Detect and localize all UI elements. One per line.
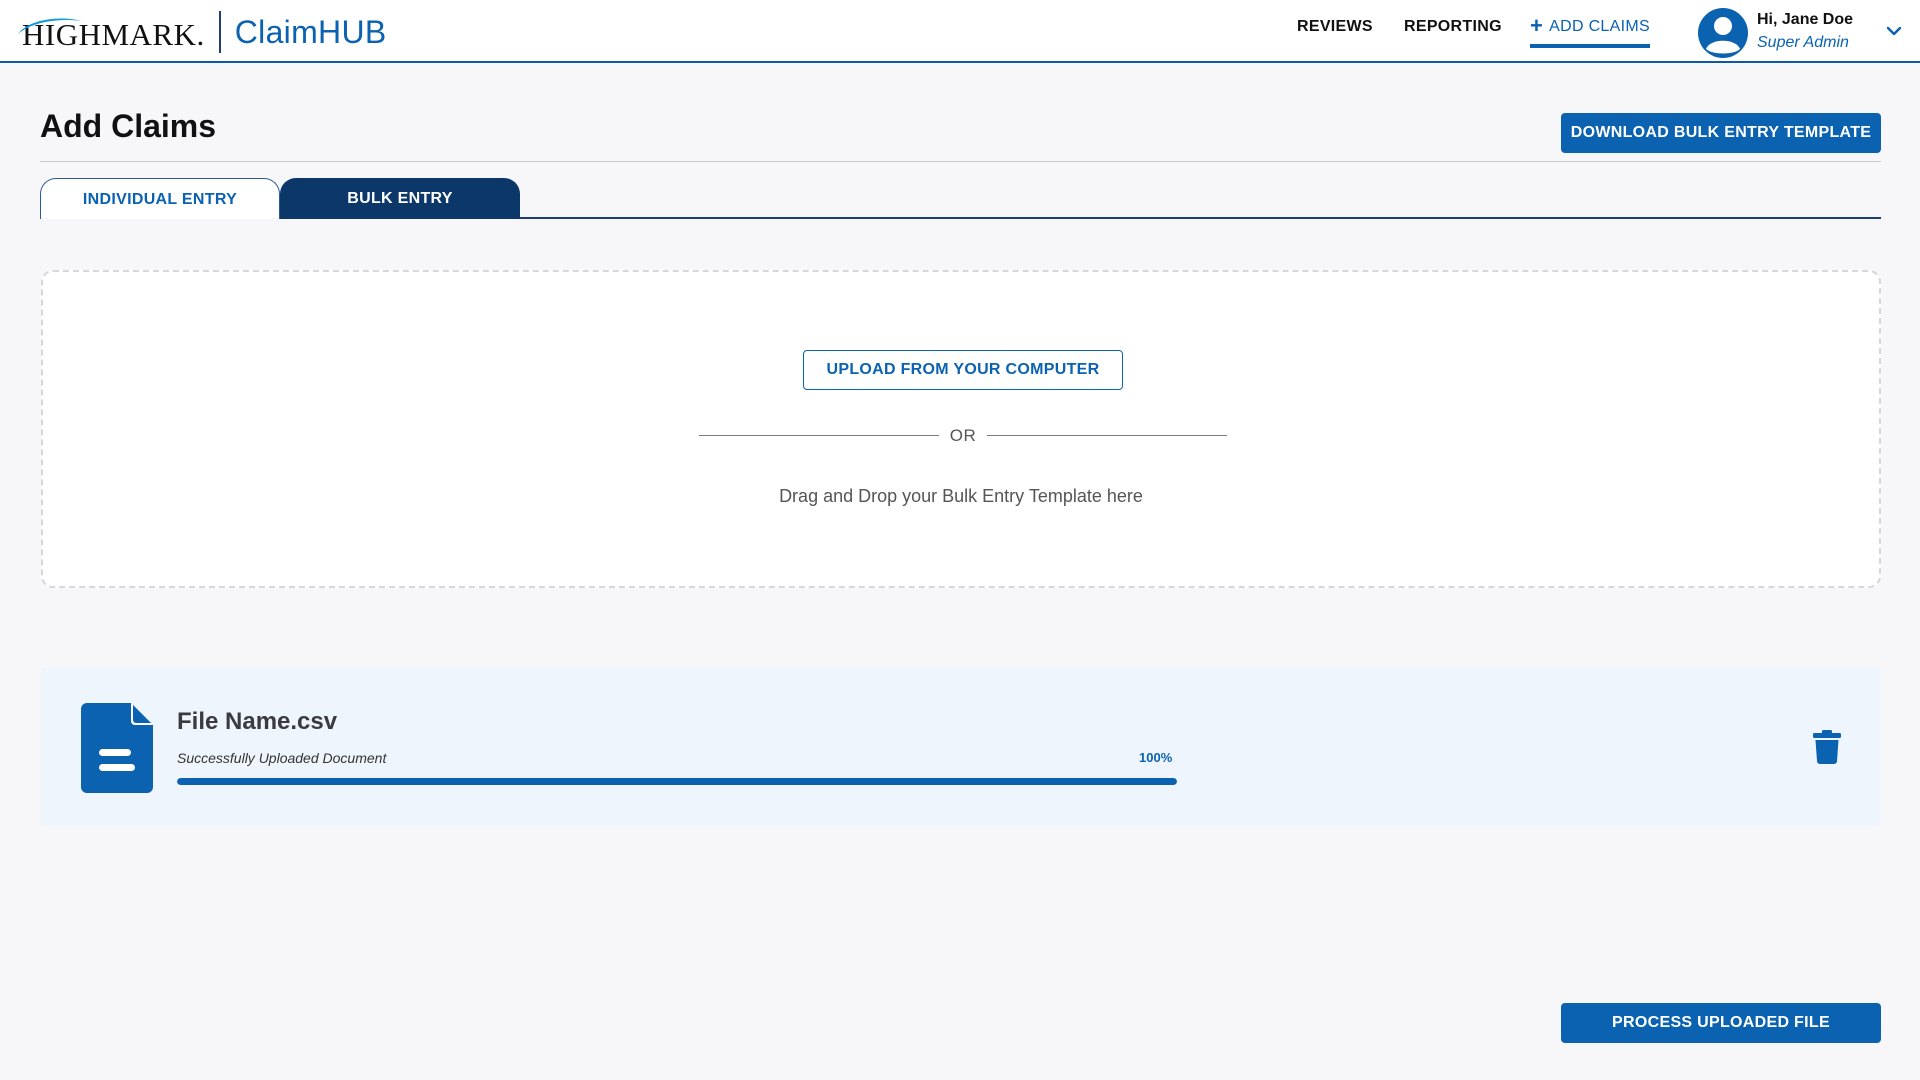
or-separator: OR (699, 424, 1227, 448)
trash-icon[interactable] (1813, 730, 1841, 764)
upload-status: Successfully Uploaded Document (177, 750, 387, 766)
highmark-logo: HIGHMARK. (16, 10, 205, 54)
or-line-right (987, 435, 1227, 436)
file-name: File Name.csv (177, 708, 338, 735)
nav-item-reporting[interactable]: REPORTING (1404, 18, 1502, 46)
product-name: ClaimHUB (234, 13, 387, 50)
uploaded-file-card: File Name.csv Successfully Uploaded Docu… (41, 668, 1881, 826)
upload-from-computer-button[interactable]: UPLOAD FROM YOUR COMPUTER (803, 350, 1123, 390)
upload-progress-fill (177, 778, 1177, 785)
process-uploaded-file-button[interactable]: PROCESS UPLOADED FILE (1561, 1003, 1881, 1043)
page-title: Add Claims (40, 108, 217, 144)
plus-icon: + (1530, 13, 1544, 38)
user-menu[interactable]: Hi, Jane Doe Super Admin (1698, 6, 1908, 58)
or-text: OR (949, 426, 977, 445)
download-template-button[interactable]: DOWNLOAD BULK ENTRY TEMPLATE (1561, 113, 1881, 153)
tab-bulk-entry[interactable]: BULK ENTRY (280, 178, 520, 219)
upload-progress-bar (177, 778, 1177, 785)
user-greeting: Hi, Jane Doe (1757, 11, 1854, 28)
logo-swoosh-icon (18, 18, 82, 34)
chevron-down-icon[interactable] (1886, 25, 1902, 37)
top-bar: HIGHMARK. ClaimHUB REVIEWS REPORTING + AD… (0, 0, 1920, 63)
file-dropzone[interactable]: UPLOAD FROM YOUR COMPUTER OR Drag and Dr… (41, 270, 1881, 588)
header-divider (40, 161, 1881, 162)
nav-item-reviews[interactable]: REVIEWS (1297, 18, 1373, 46)
tab-individual-entry[interactable]: INDIVIDUAL ENTRY (40, 178, 280, 219)
nav-item-add-claims[interactable]: + ADD CLAIMS (1530, 13, 1650, 48)
user-avatar-icon (1698, 8, 1748, 58)
drop-instruction: Drag and Drop your Bulk Entry Template h… (779, 486, 1143, 506)
entry-tabs: INDIVIDUAL ENTRY BULK ENTRY (40, 178, 1881, 219)
upload-percent: 100% (1139, 750, 1173, 765)
brand[interactable]: HIGHMARK. ClaimHUB (16, 10, 387, 54)
logo-divider (218, 11, 221, 53)
document-icon (81, 703, 153, 793)
user-role: Super Admin (1757, 34, 1849, 51)
nav-item-add-claims-label: ADD CLAIMS (1549, 18, 1650, 35)
